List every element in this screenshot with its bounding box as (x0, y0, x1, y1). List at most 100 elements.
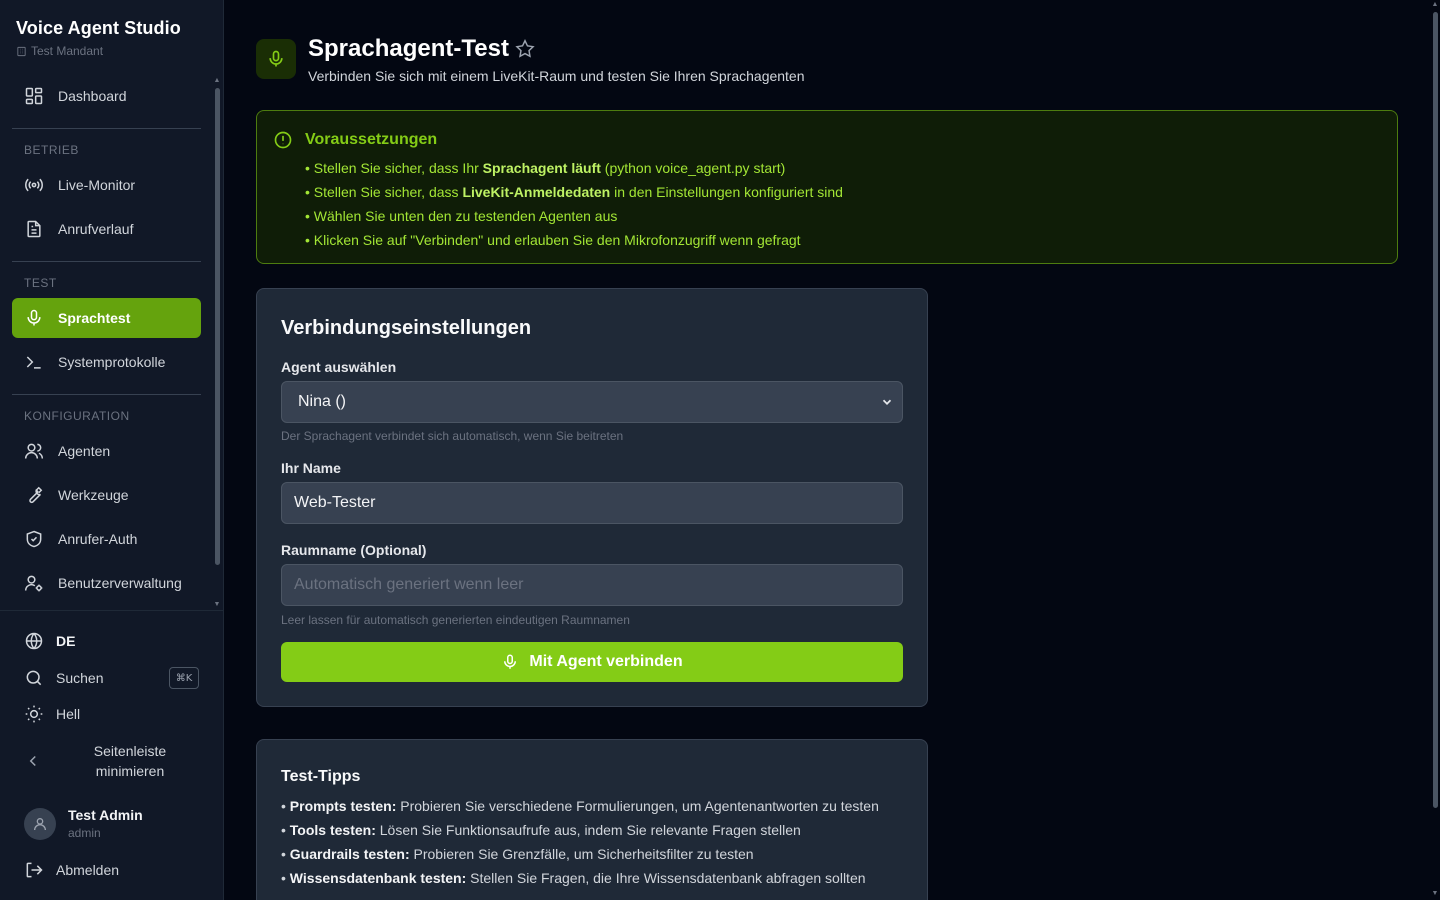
list-item: • Prompts testen: Probieren Sie verschie… (281, 798, 879, 814)
sidebar-item-label: Sprachtest (58, 310, 131, 326)
room-name-input[interactable]: Automatisch generiert wenn leer (281, 564, 903, 606)
user-name: Test Admin (68, 807, 143, 823)
collapse-sidebar-button[interactable]: Seitenleiste minimieren (24, 741, 204, 781)
connect-agent-button[interactable]: Mit Agent verbinden (281, 642, 903, 682)
user-cog-icon (24, 575, 43, 592)
sidebar-scroll-thumb[interactable] (215, 88, 220, 565)
microphone-icon (269, 50, 283, 67)
connection-settings-card: Verbindungseinstellungen Agent auswählen… (256, 288, 928, 707)
sidebar-item-benutzerverwaltung[interactable]: Benutzerverwaltung (12, 563, 201, 603)
connect-button-label: Mit Agent verbinden (529, 653, 683, 670)
list-item: • Guardrails testen: Probieren Sie Grenz… (281, 846, 754, 862)
sidebar-item-dashboard[interactable]: Dashboard (12, 76, 201, 116)
theme-label: Hell (56, 706, 81, 722)
sidebar-item-live-monitor[interactable]: Live-Monitor (12, 165, 201, 205)
sidebar-item-sprachtest[interactable]: Sprachtest (12, 298, 201, 338)
building-icon (17, 46, 26, 56)
brand: Voice Agent Studio Test Mandant (16, 18, 181, 58)
chevron-left-icon (29, 755, 36, 767)
list-item: • Klicken Sie auf "Verbinden" und erlaub… (305, 232, 801, 248)
nav-section-test: TEST (24, 276, 57, 290)
connection-settings-title: Verbindungseinstellungen (281, 317, 532, 339)
scroll-down-icon[interactable]: ▼ (213, 601, 221, 608)
nav-section-konfiguration: KONFIGURATION (24, 409, 130, 423)
agent-select-label: Agent auswählen (281, 359, 397, 375)
sidebar-item-label: Agenten (58, 443, 111, 459)
users-icon (24, 443, 44, 459)
sidebar-item-label: Werkzeuge (58, 487, 129, 503)
sidebar-footer: DE Suchen ⌘K Hell Seitenleiste minimiere… (0, 610, 224, 900)
logout-button[interactable]: Abmelden (24, 860, 119, 880)
search-label: Suchen (56, 670, 104, 686)
wrench-icon (29, 486, 43, 504)
theme-toggle[interactable]: Hell (24, 704, 80, 724)
page-scroll-thumb[interactable] (1433, 12, 1438, 808)
prerequisites-title: Voraussetzungen (305, 131, 438, 148)
sidebar-item-label: Anrufverlauf (58, 221, 134, 237)
room-name-placeholder: Automatisch generiert wenn leer (294, 576, 524, 593)
user-role: admin (68, 826, 101, 840)
terminal-icon (26, 356, 41, 369)
sidebar-item-label: Live-Monitor (58, 177, 136, 193)
document-icon (27, 220, 41, 238)
sidebar-item-anrufer-auth[interactable]: Anrufer-Auth (12, 519, 201, 559)
globe-icon (25, 632, 43, 650)
logout-label: Abmelden (56, 862, 120, 878)
user-icon (34, 817, 46, 830)
list-item: • Stellen Sie sicher, dass LiveKit-Anmel… (305, 184, 843, 200)
collapse-label: Seitenleiste minimieren (93, 743, 167, 779)
microphone-icon (27, 309, 41, 326)
name-label: Ihr Name (281, 460, 341, 476)
agent-select-hint: Der Sprachagent verbindet sich automatis… (281, 429, 624, 443)
list-item: • Wählen Sie unten den zu testenden Agen… (305, 208, 618, 224)
star-icon[interactable] (514, 38, 536, 60)
sidebar: Voice Agent Studio Test Mandant Dashboar… (0, 0, 224, 900)
prerequisites-list: • Stellen Sie sicher, dass Ihr Sprachage… (305, 156, 843, 252)
sidebar-nav[interactable]: Dashboard BETRIEB Live-Monitor Anrufverl… (0, 76, 224, 610)
list-item: • Stellen Sie sicher, dass Ihr Sprachage… (305, 160, 786, 176)
name-input-value: Web-Tester (294, 494, 376, 511)
agent-select[interactable]: Nina () (281, 381, 903, 423)
sidebar-item-agenten[interactable]: Agenten (12, 431, 201, 471)
logout-icon (26, 862, 43, 878)
page-title: Sprachagent-Test (308, 35, 509, 62)
sidebar-item-werkzeuge[interactable]: Werkzeuge (12, 475, 201, 515)
sidebar-scrollbar[interactable]: ▲ ▼ (213, 77, 221, 608)
dashboard-icon (25, 87, 43, 105)
sidebar-item-anrufverlauf[interactable]: Anrufverlauf (12, 209, 201, 249)
sidebar-item-label: Benutzerverwaltung (58, 575, 182, 591)
prerequisites-alert: Voraussetzungen • Stellen Sie sicher, da… (256, 110, 1398, 264)
brand-title: Voice Agent Studio (16, 18, 181, 38)
list-item: • Wissensdatenbank testen: Stellen Sie F… (281, 870, 866, 886)
scroll-down-icon[interactable]: ▼ (1431, 890, 1439, 897)
list-item: • Tools testen: Lösen Sie Funktionsaufru… (281, 822, 801, 838)
page-icon (256, 39, 296, 79)
language-label: DE (56, 633, 76, 649)
nav-divider (12, 128, 201, 129)
shield-check-icon (26, 530, 42, 548)
page-scrollbar[interactable]: ▲ ▼ (1430, 0, 1440, 900)
nav-section-betrieb: BETRIEB (24, 143, 79, 157)
agent-select-value: Nina () (298, 393, 347, 410)
nav-divider (12, 394, 201, 395)
search-shortcut-badge: ⌘K (169, 667, 199, 689)
page-subtitle: Verbinden Sie sich mit einem LiveKit-Rau… (308, 68, 805, 84)
avatar (24, 807, 56, 840)
language-switcher[interactable]: DE (24, 631, 75, 651)
test-tips-title: Test-Tipps (281, 768, 361, 785)
tenant-name: Test Mandant (31, 44, 104, 58)
search-button[interactable]: Suchen (24, 668, 103, 688)
main-content: Sprachagent-Test Verbinden Sie sich mit … (224, 0, 1430, 900)
sidebar-item-systemprotokolle[interactable]: Systemprotokolle (12, 342, 201, 382)
room-name-hint: Leer lassen für automatisch generierten … (281, 613, 630, 627)
user-profile[interactable]: Test Admin admin (24, 807, 143, 840)
scroll-up-icon[interactable]: ▲ (1431, 1, 1439, 8)
name-input[interactable]: Web-Tester (281, 482, 903, 524)
alert-circle-icon (274, 131, 292, 149)
microphone-icon (504, 654, 517, 669)
room-name-label: Raumname (Optional) (281, 542, 427, 558)
test-tips-list: • Prompts testen: Probieren Sie verschie… (281, 794, 879, 890)
sidebar-item-label: Systemprotokolle (58, 354, 166, 370)
scroll-up-icon[interactable]: ▲ (213, 77, 221, 84)
sidebar-item-label: Anrufer-Auth (58, 531, 138, 547)
